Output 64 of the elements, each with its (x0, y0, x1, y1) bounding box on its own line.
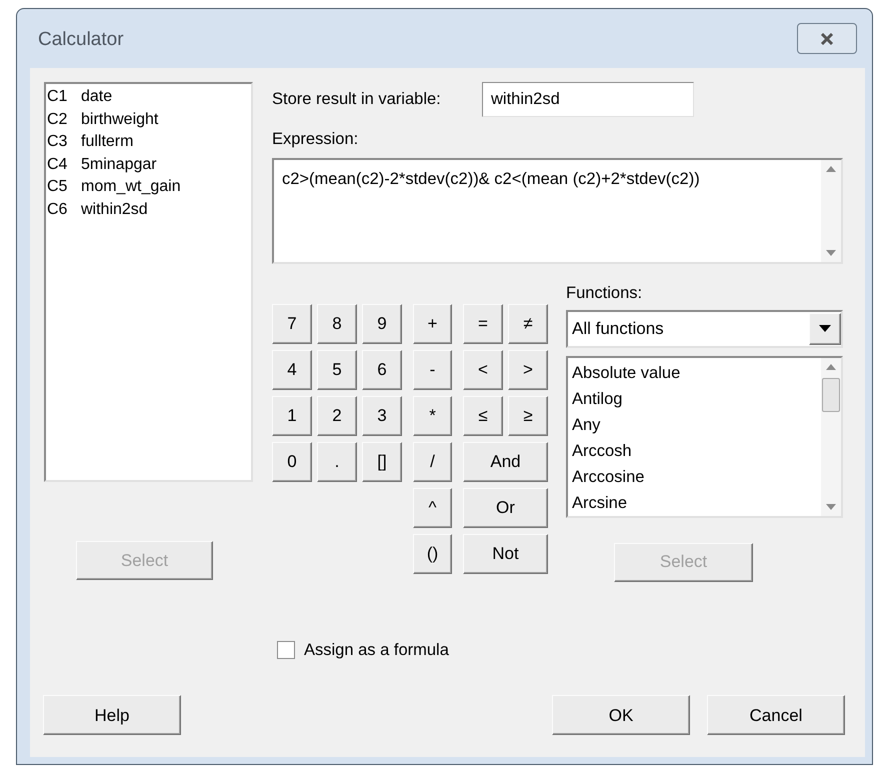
keypad-key[interactable]: < (463, 350, 503, 390)
function-item[interactable]: Arccosine (572, 464, 821, 490)
keypad-key[interactable]: ≠ (508, 304, 548, 344)
keypad-key[interactable]: 7 (272, 304, 312, 344)
keypad-key[interactable]: 9 (362, 304, 402, 344)
scroll-up-icon[interactable] (826, 364, 836, 370)
keypad-key[interactable]: 1 (272, 396, 312, 436)
close-button[interactable] (797, 23, 857, 54)
function-item[interactable]: Absolute value (572, 360, 821, 386)
scroll-thumb[interactable] (822, 378, 840, 412)
function-item[interactable]: Arcsine (572, 490, 821, 516)
dropdown-arrow-icon (819, 325, 831, 332)
scroll-down-icon[interactable] (826, 250, 836, 256)
keypad-key[interactable]: / (413, 442, 452, 482)
keypad-key[interactable]: . (317, 442, 357, 482)
keypad-key[interactable]: ≤ (463, 396, 503, 436)
scrollbar[interactable] (821, 160, 841, 262)
expression-text: c2>(mean(c2)-2*stdev(c2))& c2<(mean (c2)+2*stdev(c2)) (281, 168, 701, 190)
function-item[interactable]: Antilog (572, 386, 821, 412)
column-item[interactable]: C3 fullterm (47, 131, 251, 154)
expression-label: Expression: (272, 129, 360, 150)
column-item[interactable]: C1 date (47, 86, 251, 108)
window-title: Calculator (38, 28, 124, 52)
column-item[interactable]: C6 within2sd (47, 198, 251, 221)
column-item[interactable]: C5 mom_wt_gain (47, 176, 251, 198)
column-item[interactable]: C4 5minapgar (47, 154, 251, 176)
scroll-down-icon[interactable] (826, 504, 836, 510)
functions-label: Functions: (566, 282, 644, 304)
keypad-key[interactable]: 0 (272, 442, 312, 482)
keypad-key[interactable]: Or (463, 488, 548, 528)
close-icon (819, 32, 835, 44)
dialog-button[interactable]: Help (43, 695, 181, 736)
keypad-key[interactable]: 6 (362, 350, 402, 390)
keypad-key[interactable]: 3 (362, 396, 402, 436)
store-label: Store result in variable: (272, 89, 442, 110)
function-item[interactable]: Arccosh (572, 438, 821, 464)
assign-formula-label: Assign as a formula (304, 640, 449, 660)
keypad-key[interactable]: = (463, 304, 503, 344)
keypad-key[interactable]: > (508, 350, 548, 390)
scroll-up-icon[interactable] (826, 166, 836, 172)
keypad-key[interactable]: [] (362, 442, 402, 482)
keypad-key[interactable]: () (413, 534, 452, 574)
dialog-button[interactable]: Cancel (707, 695, 845, 736)
keypad-key[interactable]: And (463, 442, 548, 482)
keypad-key[interactable]: ≥ (508, 396, 548, 436)
expression-field[interactable]: c2>(mean(c2)-2*stdev(c2))& c2<(mean (c2)+2*stdev(c2)) (272, 158, 843, 264)
assign-formula-checkbox[interactable] (277, 640, 295, 659)
keypad-key[interactable]: 8 (317, 304, 357, 344)
keypad-key[interactable]: 4 (272, 350, 312, 390)
keypad-key[interactable]: 2 (317, 396, 357, 436)
keypad-key[interactable]: - (413, 350, 452, 390)
keypad-key[interactable]: + (413, 304, 452, 344)
function-item[interactable]: Any (572, 412, 821, 438)
column-list[interactable]: C1 date C2 birthweight C3 fullterm C4 5minapgar C5 mom_wt_gain C6 within2sd (44, 82, 253, 482)
function-list[interactable]: Absolute value Antilog Any Arccosh Arccosine Arcsine (566, 356, 843, 518)
function-category-dropdown[interactable]: All functions (566, 310, 843, 348)
dialog-button[interactable]: OK (552, 695, 690, 736)
keypad-key[interactable]: * (413, 396, 452, 436)
keypad-key[interactable]: ^ (413, 488, 452, 528)
column-item[interactable]: C2 birthweight (47, 108, 251, 131)
store-field[interactable]: within2sd (482, 82, 694, 117)
keypad-key[interactable]: Not (463, 534, 548, 574)
scrollbar[interactable] (821, 358, 841, 516)
keypad-key[interactable]: 5 (317, 350, 357, 390)
